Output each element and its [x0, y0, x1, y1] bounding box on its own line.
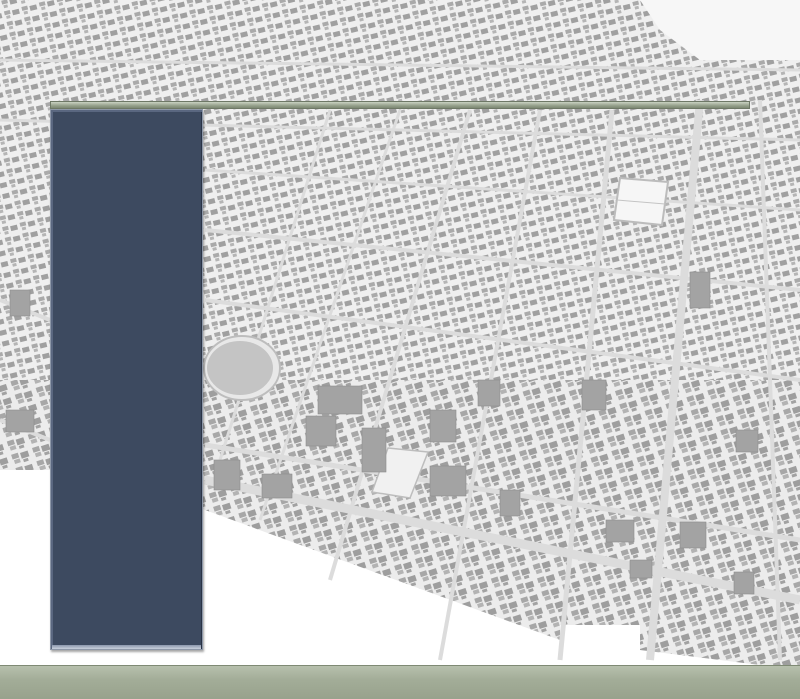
slide-stage: [0, 0, 800, 699]
top-accent-bar: [50, 101, 750, 109]
side-panel: [50, 109, 203, 650]
footer-bar: [0, 665, 800, 699]
side-panel-bottom-edge: [52, 645, 201, 649]
